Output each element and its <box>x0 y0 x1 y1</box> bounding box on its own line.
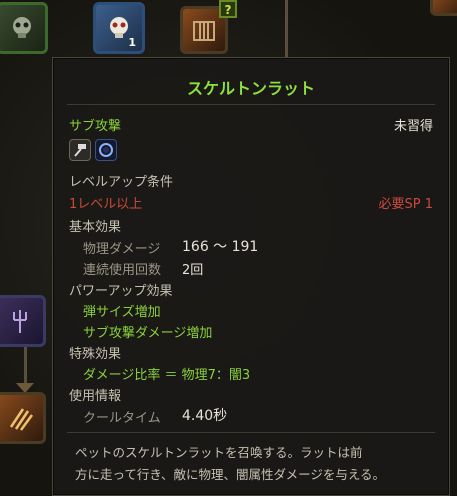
question-badge[interactable]: ? <box>219 0 237 18</box>
description-line-2: 方に走って行き、敵に物理、闇属性ダメージを与える。 <box>75 467 386 482</box>
trident-icon <box>13 310 27 333</box>
levelup-condition: 1レベル以上 <box>69 197 143 212</box>
damage-value: 166 ～ 191 <box>182 239 259 255</box>
skill-tile-spear[interactable] <box>0 295 46 347</box>
cooldown-label: クールタイム <box>83 411 161 426</box>
skill-title: スケルトンラット <box>186 79 315 98</box>
divider <box>67 104 435 105</box>
levelup-heading: レベルアップ条件 <box>69 175 174 190</box>
damage-label: 物理ダメージ <box>83 242 161 257</box>
skill-tile-skull-mask[interactable] <box>0 2 48 54</box>
damage-ratio: ダメージ比率 ＝ 物理7：闇3 <box>83 368 251 383</box>
orb-icon <box>95 139 117 161</box>
powerup-heading: パワーアップ効果 <box>69 284 173 299</box>
skill-tile-edge[interactable] <box>430 0 457 16</box>
description-line-1: ペットのスケルトンラットを召喚する。ラットは前 <box>75 445 363 460</box>
skill-level-count: 1 <box>128 36 136 49</box>
required-sp: 必要SP 1 <box>378 197 434 212</box>
skill-tile-claw[interactable] <box>0 392 46 444</box>
special-heading: 特殊効果 <box>69 347 122 362</box>
skill-tile-skeleton-rat[interactable]: 1 <box>93 2 145 54</box>
basic-effect-heading: 基本効果 <box>69 220 122 235</box>
cooldown-value: 4.40秒 <box>182 408 228 424</box>
skill-tooltip: スケルトンラット サブ攻撃 未習得 レベルアップ条件 1レベル以上 必要SP 1… <box>52 57 450 496</box>
uses-value: 2回 <box>182 263 204 278</box>
cage-icon <box>193 21 215 41</box>
hammer-icon <box>69 139 91 161</box>
powerup-item: サブ攻撃ダメージ増加 <box>83 326 213 341</box>
usage-heading: 使用情報 <box>69 389 122 404</box>
powerup-item: 弾サイズ増加 <box>83 305 161 320</box>
learn-status: 未習得 <box>393 119 433 134</box>
skill-category: サブ攻撃 <box>69 119 122 134</box>
divider <box>67 432 435 433</box>
uses-label: 連続使用回数 <box>83 263 162 278</box>
skull-mask-icon <box>13 17 31 38</box>
claw-icon <box>9 408 34 431</box>
tree-connector <box>285 0 288 57</box>
